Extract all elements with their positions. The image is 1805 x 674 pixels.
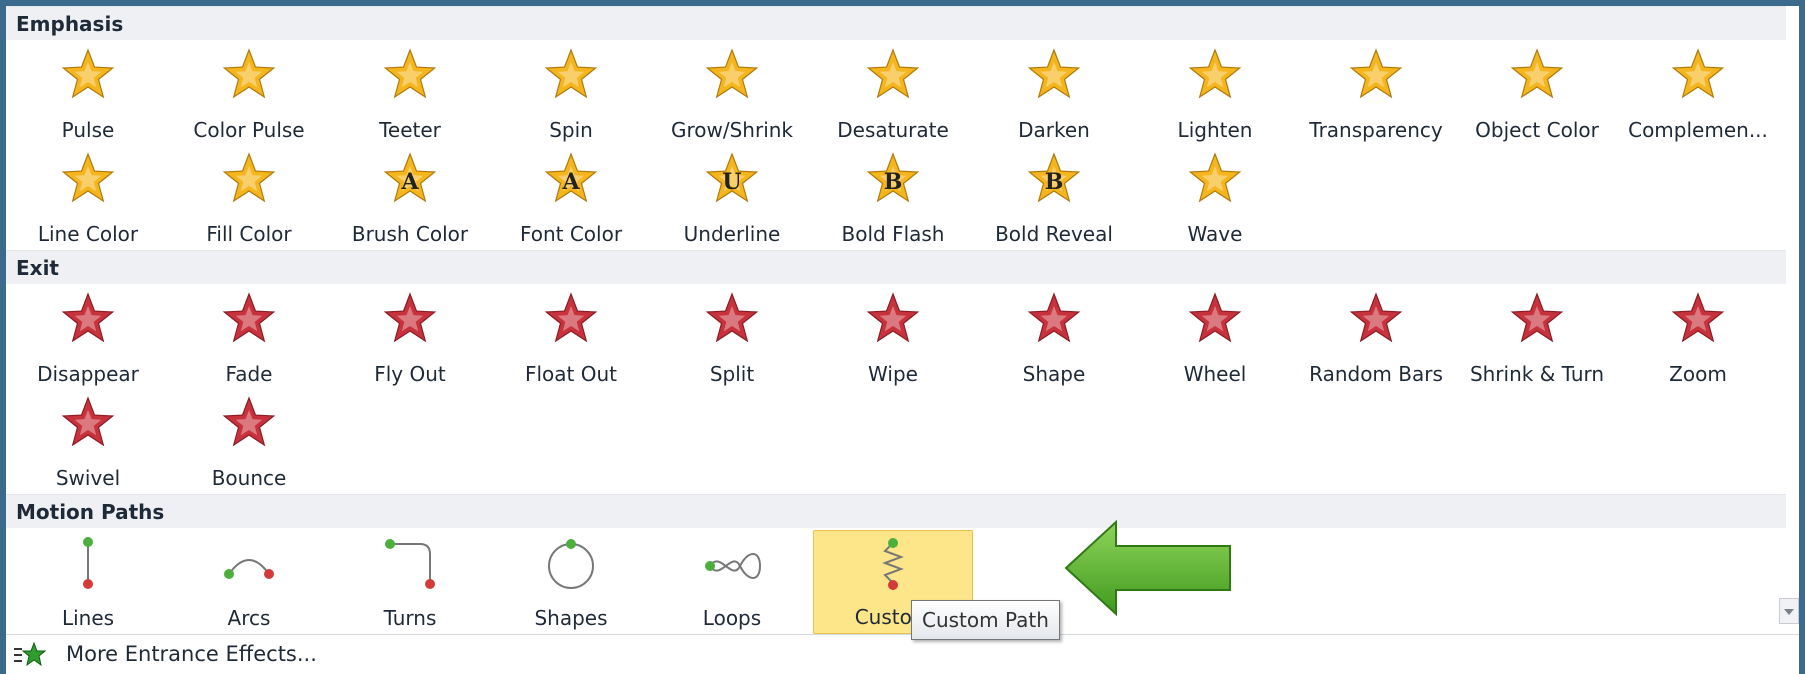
- effect-label: Object Color: [1475, 118, 1599, 142]
- section-header-emphasis: Emphasis: [6, 6, 1786, 40]
- effect-label: Grow/Shrink: [670, 118, 794, 142]
- effect-label: Random Bars: [1309, 362, 1443, 386]
- effect-bold-flash[interactable]: B Bold Flash: [813, 146, 973, 250]
- effect-label: Line Color: [37, 222, 139, 246]
- effect-label: Disappear: [37, 362, 139, 386]
- effect-loops[interactable]: Loops: [652, 530, 812, 634]
- effect-grow-shrink[interactable]: Grow/Shrink: [652, 42, 812, 146]
- effect-color-pulse[interactable]: Color Pulse: [169, 42, 329, 146]
- effect-label: Spin: [549, 118, 593, 142]
- effect-complemen[interactable]: Complemen...: [1618, 42, 1778, 146]
- effect-label: Shrink & Turn: [1469, 362, 1605, 386]
- effect-wave[interactable]: Wave: [1135, 146, 1295, 250]
- effect-label: Fade: [225, 362, 273, 386]
- effect-shape[interactable]: Shape: [974, 286, 1134, 390]
- effect-label: Arcs: [227, 606, 271, 630]
- effect-label: Loops: [702, 606, 762, 630]
- effect-random-bars[interactable]: Random Bars: [1296, 286, 1456, 390]
- effect-label: Complemen...: [1628, 118, 1768, 142]
- effect-label: Bounce: [211, 466, 287, 490]
- effect-label: Fly Out: [374, 362, 446, 386]
- effect-label: Zoom: [1669, 362, 1727, 386]
- effect-swivel[interactable]: Swivel: [8, 390, 168, 494]
- vertical-scrollbar[interactable]: [1786, 6, 1799, 566]
- effect-label: Font Color: [519, 222, 623, 246]
- more-effects-row[interactable]: More Entrance Effects...: [6, 634, 1799, 674]
- green-arrow-icon: [1064, 519, 1231, 617]
- effect-object-color[interactable]: Object Color: [1457, 42, 1617, 146]
- effect-label: Shapes: [534, 606, 608, 630]
- effect-label: Desaturate: [837, 118, 949, 142]
- effect-wipe[interactable]: Wipe: [813, 286, 973, 390]
- effect-label: Split: [709, 362, 755, 386]
- effect-underline[interactable]: U Underline: [652, 146, 812, 250]
- effect-fill-color[interactable]: Fill Color: [169, 146, 329, 250]
- effect-turns[interactable]: Turns: [330, 530, 490, 634]
- effect-label: Wave: [1187, 222, 1243, 246]
- effect-fade[interactable]: Fade: [169, 286, 329, 390]
- tooltip: Custom Path: [911, 600, 1060, 640]
- effect-label: Darken: [1018, 118, 1090, 142]
- effect-fly-out[interactable]: Fly Out: [330, 286, 490, 390]
- effect-transparency[interactable]: Transparency: [1296, 42, 1456, 146]
- effect-wheel[interactable]: Wheel: [1135, 286, 1295, 390]
- effect-label: Brush Color: [351, 222, 469, 246]
- effect-label: Float Out: [524, 362, 617, 386]
- svg-text:B: B: [1045, 169, 1064, 195]
- effect-label: Turns: [383, 606, 437, 630]
- effect-arcs[interactable]: Arcs: [169, 530, 329, 634]
- effect-label: Fill Color: [206, 222, 292, 246]
- effect-label: Lighten: [1177, 118, 1253, 142]
- effect-split[interactable]: Split: [652, 286, 812, 390]
- effect-pulse[interactable]: Pulse: [8, 42, 168, 146]
- effect-label: Wheel: [1183, 362, 1247, 386]
- effect-shapes[interactable]: Shapes: [491, 530, 651, 634]
- effect-label: Bold Reveal: [995, 222, 1113, 246]
- effect-label: Underline: [683, 222, 781, 246]
- svg-text:A: A: [400, 169, 419, 195]
- effect-label: Pulse: [61, 118, 115, 142]
- entrance-star-icon: [14, 641, 46, 667]
- effect-bold-reveal[interactable]: B Bold Reveal: [974, 146, 1134, 250]
- animation-gallery: Emphasis Pulse Color Pulse Teeter Spin Grow/…: [6, 6, 1799, 674]
- effect-float-out[interactable]: Float Out: [491, 286, 651, 390]
- effect-line-color[interactable]: Line Color: [8, 146, 168, 250]
- effect-label: Bold Flash: [841, 222, 945, 246]
- scroll-down-button[interactable]: [1779, 598, 1799, 624]
- svg-text:U: U: [722, 169, 741, 195]
- effect-label: Teeter: [379, 118, 441, 142]
- effect-lighten[interactable]: Lighten: [1135, 42, 1295, 146]
- section-header-motion-paths: Motion Paths: [6, 494, 1786, 528]
- chevron-down-icon: [1784, 609, 1794, 615]
- more-effects-label: More Entrance Effects...: [66, 642, 317, 666]
- effect-font-color[interactable]: A Font Color: [491, 146, 651, 250]
- effect-label: Color Pulse: [193, 118, 305, 142]
- svg-text:B: B: [884, 169, 903, 195]
- effect-shrink-turn[interactable]: Shrink & Turn: [1457, 286, 1617, 390]
- svg-text:A: A: [561, 169, 580, 195]
- effect-desaturate[interactable]: Desaturate: [813, 42, 973, 146]
- section-header-exit: Exit: [6, 250, 1786, 284]
- effect-teeter[interactable]: Teeter: [330, 42, 490, 146]
- effect-brush-color[interactable]: A Brush Color: [330, 146, 490, 250]
- effect-zoom[interactable]: Zoom: [1618, 286, 1778, 390]
- effect-darken[interactable]: Darken: [974, 42, 1134, 146]
- effect-lines[interactable]: Lines: [8, 530, 168, 634]
- effect-label: Lines: [61, 606, 115, 630]
- effect-label: Swivel: [55, 466, 121, 490]
- effect-bounce[interactable]: Bounce: [169, 390, 329, 494]
- effect-label: Shape: [1022, 362, 1086, 386]
- effect-spin[interactable]: Spin: [491, 42, 651, 146]
- effect-label: Transparency: [1309, 118, 1443, 142]
- effect-disappear[interactable]: Disappear: [8, 286, 168, 390]
- effect-label: Wipe: [868, 362, 918, 386]
